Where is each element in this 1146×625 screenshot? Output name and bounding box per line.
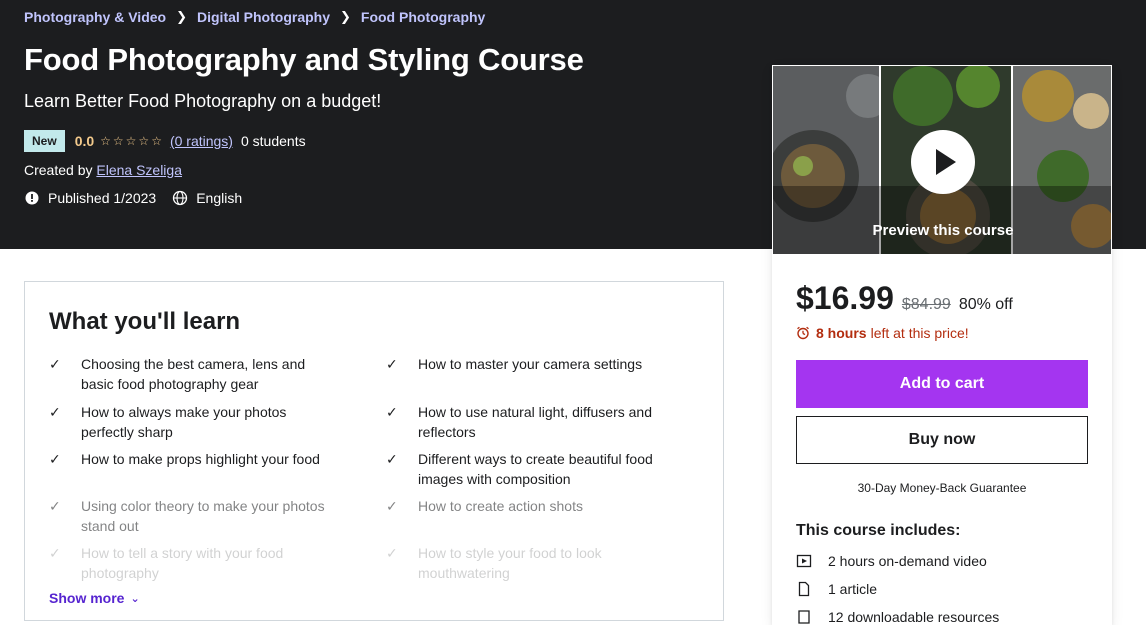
learn-item: ✓ Different ways to create beautiful foo… — [386, 449, 676, 489]
price-timer: 8 hours left at this price! — [796, 325, 969, 341]
original-price: $84.99 — [901, 296, 951, 313]
includes-item-resources: 12 downloadable resources — [796, 609, 999, 625]
alarm-clock-icon — [797, 326, 809, 340]
learn-item: ✓ How to use natural light, diffusers an… — [386, 402, 676, 442]
file-icon — [798, 581, 810, 597]
show-more-label: Show more — [49, 590, 125, 606]
learn-item: ✓ Using color theory to make your photos… — [49, 496, 339, 536]
ratings-link[interactable]: (0 ratings) — [170, 133, 233, 149]
includes-resources-text: 12 downloadable resources — [828, 609, 1000, 625]
published-date: Published 1/2023 — [24, 190, 156, 206]
check-icon: ✓ — [49, 451, 61, 467]
chevron-right-icon: ❯ — [176, 9, 187, 24]
learn-item-text: Using color theory to make your photos s… — [81, 498, 325, 534]
learn-item-text: How to tell a story with your food photo… — [81, 545, 284, 581]
check-icon: ✓ — [49, 404, 61, 420]
language-label: English — [196, 190, 243, 206]
course-language: English — [172, 190, 242, 206]
alert-badge-icon — [25, 191, 39, 205]
learn-item: ✓ How to make props highlight your food — [49, 449, 339, 469]
chevron-down-icon: ⌄ — [130, 592, 140, 605]
video-icon — [796, 554, 812, 568]
created-by-label: Created by — [24, 162, 93, 178]
rating-row: New 0.0 ☆☆☆☆☆ (0 ratings) 0 students — [24, 130, 306, 152]
check-icon: ✓ — [386, 451, 398, 467]
learn-item-text: How to master your camera settings — [418, 356, 643, 372]
timer-hours: 8 hours — [816, 325, 867, 341]
published-label: Published 1/2023 — [48, 190, 157, 206]
chevron-right-icon: ❯ — [340, 9, 351, 24]
new-badge: New — [24, 130, 65, 152]
learn-item: ✓ How to master your camera settings — [386, 354, 676, 374]
preview-label: Preview this course — [872, 222, 1014, 239]
includes-item-video: 2 hours on-demand video — [796, 553, 987, 569]
learn-item: ✓ How to tell a story with your food pho… — [49, 543, 339, 583]
play-icon[interactable] — [911, 130, 975, 194]
price-row: $16.99 $84.99 80% off — [796, 280, 1013, 317]
learn-item: ✓ How to style your food to look mouthwa… — [386, 543, 676, 583]
add-to-cart-button[interactable]: Add to cart — [796, 360, 1088, 408]
learn-item: ✓ Choosing the best camera, lens and bas… — [49, 354, 339, 394]
discount-label: 80% off — [958, 296, 1013, 313]
show-more-button[interactable]: Show more ⌄ — [49, 590, 140, 606]
breadcrumb-digital-photography[interactable]: Digital Photography — [197, 9, 330, 25]
learn-title: What you'll learn — [49, 308, 241, 335]
check-icon: ✓ — [386, 404, 398, 420]
learn-item-text: How to make props highlight your food — [81, 451, 320, 467]
learn-item-text: How to use natural light, diffusers and … — [418, 404, 652, 440]
includes-title: This course includes: — [796, 522, 961, 539]
learn-item-text: How to always make your photos perfectly… — [81, 404, 287, 440]
includes-item-article: 1 article — [796, 581, 877, 597]
check-icon: ✓ — [49, 356, 61, 372]
what-youll-learn-box: What you'll learn ✓ Choosing the best ca… — [24, 281, 724, 621]
star-rating-icon: ☆☆☆☆☆ — [100, 134, 164, 148]
purchase-sidebar: Preview this course $16.99 $84.99 80% of… — [772, 65, 1112, 625]
rating-value: 0.0 — [74, 133, 95, 149]
breadcrumb-photography-video[interactable]: Photography & Video — [24, 9, 166, 25]
check-icon: ✓ — [49, 498, 61, 514]
buy-now-button[interactable]: Buy now — [796, 416, 1088, 464]
includes-article-text: 1 article — [828, 581, 878, 597]
download-icon — [798, 610, 810, 624]
course-subtitle: Learn Better Food Photography on a budge… — [24, 91, 382, 111]
money-back-guarantee: 30-Day Money-Back Guarantee — [857, 481, 1027, 495]
learn-item-text: How to style your food to look mouthwate… — [418, 545, 602, 581]
learn-item: ✓ How to create action shots — [386, 496, 676, 516]
check-icon: ✓ — [386, 356, 398, 372]
created-by: Created by Elena Szeliga — [24, 162, 182, 178]
current-price: $16.99 — [796, 280, 894, 316]
check-icon: ✓ — [49, 545, 61, 561]
includes-video-text: 2 hours on-demand video — [828, 553, 987, 569]
course-meta: Published 1/2023 English — [24, 190, 258, 206]
learn-item: ✓ How to always make your photos perfect… — [49, 402, 339, 442]
students-count: 0 students — [240, 133, 306, 149]
course-preview[interactable]: Preview this course — [772, 65, 1112, 255]
learn-item-text: Different ways to create beautiful food … — [418, 451, 653, 487]
breadcrumb: Photography & Video ❯ Digital Photograph… — [24, 9, 485, 25]
globe-icon — [173, 190, 188, 206]
check-icon: ✓ — [386, 498, 398, 514]
instructor-link[interactable]: Elena Szeliga — [96, 162, 182, 178]
course-title: Food Photography and Styling Course — [24, 42, 584, 77]
breadcrumb-food-photography[interactable]: Food Photography — [361, 9, 485, 25]
check-icon: ✓ — [386, 545, 398, 561]
learn-item-text: Choosing the best camera, lens and basic… — [81, 356, 306, 392]
timer-text: left at this price! — [870, 325, 969, 341]
learn-item-text: How to create action shots — [418, 498, 583, 514]
